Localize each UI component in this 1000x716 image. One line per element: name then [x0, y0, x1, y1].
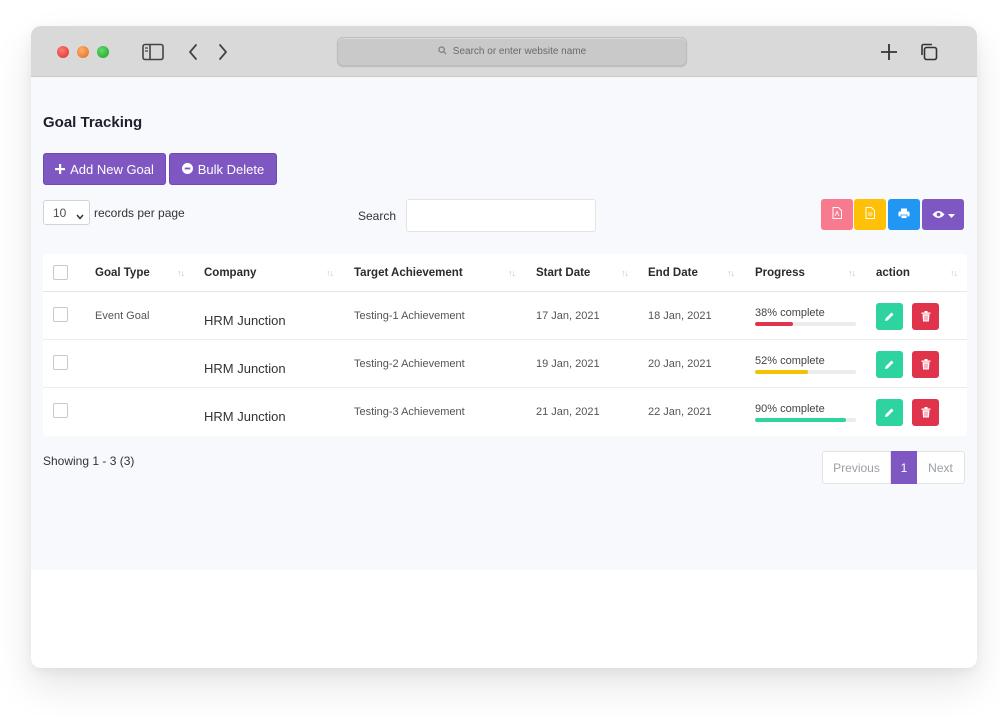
sort-icon[interactable]: ↑↓ [727, 268, 735, 278]
progress-label: 52% complete [755, 355, 825, 367]
progress-label: 38% complete [755, 307, 825, 319]
trash-icon [921, 311, 930, 322]
tabs-icon[interactable] [917, 40, 941, 64]
company-cell: HRM Junction [204, 313, 286, 328]
maximize-window-button[interactable] [97, 46, 109, 58]
caret-down-icon [947, 206, 955, 224]
pdf-icon [832, 206, 842, 224]
col-end-date[interactable]: End Date [648, 267, 698, 279]
sort-icon[interactable]: ↑↓ [848, 268, 856, 278]
row-checkbox[interactable] [53, 307, 68, 322]
col-goal-type[interactable]: Goal Type [95, 267, 150, 279]
sort-icon[interactable]: ↑↓ [326, 268, 334, 278]
start-date-cell: 19 Jan, 2021 [536, 358, 600, 370]
column-visibility-button[interactable] [922, 199, 964, 230]
target-cell: Testing-1 Achievement [354, 310, 465, 322]
target-cell: Testing-2 Achievement [354, 358, 465, 370]
table-header: Goal Type ↑↓ Company ↑↓ Target Achieveme… [43, 254, 967, 292]
sort-icon[interactable]: ↑↓ [177, 268, 185, 278]
minus-circle-icon [181, 162, 193, 177]
page-1-button[interactable]: 1 [891, 451, 917, 484]
table-row: Event Goal HRM Junction Testing-1 Achiev… [43, 292, 967, 340]
next-page-button[interactable]: Next [917, 451, 965, 484]
row-checkbox[interactable] [53, 355, 68, 370]
progress-fill [755, 370, 808, 374]
bulk-delete-button[interactable]: Bulk Delete [169, 153, 277, 185]
page-title: Goal Tracking [43, 114, 143, 131]
row-checkbox[interactable] [53, 403, 68, 418]
col-action[interactable]: action [876, 267, 910, 279]
goals-table: Goal Type ↑↓ Company ↑↓ Target Achieveme… [43, 254, 967, 436]
col-company[interactable]: Company [204, 267, 256, 279]
progress-label: 90% complete [755, 403, 825, 415]
csv-icon [865, 206, 875, 224]
sort-icon[interactable]: ↑↓ [621, 268, 629, 278]
per-page-value: 10 [53, 205, 67, 220]
new-tab-icon[interactable] [877, 40, 901, 64]
progress-fill [755, 322, 794, 326]
trash-icon [921, 359, 930, 370]
col-progress[interactable]: Progress [755, 267, 805, 279]
edit-button[interactable] [876, 399, 903, 426]
bulk-delete-label: Bulk Delete [197, 161, 265, 177]
print-button[interactable] [888, 199, 920, 230]
pencil-icon [885, 408, 894, 417]
delete-button[interactable] [912, 351, 939, 378]
forward-icon[interactable] [211, 40, 235, 64]
eye-icon [931, 206, 945, 224]
chevron-down-icon [76, 209, 84, 223]
progress-bar [755, 418, 856, 422]
pencil-icon [885, 360, 894, 369]
edit-button[interactable] [876, 303, 903, 330]
sort-icon[interactable]: ↑↓ [508, 268, 516, 278]
back-icon[interactable] [181, 40, 205, 64]
records-per-page-select[interactable]: 10 [43, 200, 90, 225]
delete-button[interactable] [912, 399, 939, 426]
export-pdf-button[interactable] [821, 199, 853, 230]
address-bar[interactable]: Search or enter website name [337, 37, 687, 66]
export-csv-button[interactable] [854, 199, 886, 230]
search-input[interactable] [406, 199, 596, 232]
showing-count: Showing 1 - 3 (3) [43, 454, 135, 468]
goal-type-cell: Event Goal [95, 310, 150, 322]
start-date-cell: 21 Jan, 2021 [536, 406, 600, 418]
sidebar-icon[interactable] [141, 40, 165, 64]
add-new-goal-button[interactable]: Add New Goal [43, 153, 166, 185]
add-new-goal-label: Add New Goal [70, 161, 154, 177]
col-start-date[interactable]: Start Date [536, 267, 590, 279]
target-cell: Testing-3 Achievement [354, 406, 465, 418]
end-date-cell: 18 Jan, 2021 [648, 310, 712, 322]
edit-button[interactable] [876, 351, 903, 378]
company-cell: HRM Junction [204, 361, 286, 376]
close-window-button[interactable] [57, 46, 69, 58]
address-placeholder: Search or enter website name [452, 46, 587, 57]
table-row: HRM Junction Testing-2 Achievement 19 Ja… [43, 340, 967, 388]
end-date-cell: 22 Jan, 2021 [648, 406, 712, 418]
browser-window: Search or enter website name Goal Tracki… [31, 26, 977, 668]
progress-bar [755, 370, 856, 374]
pencil-icon [885, 312, 894, 321]
print-icon [898, 206, 910, 224]
select-all-checkbox[interactable] [53, 265, 68, 280]
company-cell: HRM Junction [204, 409, 286, 424]
progress-bar [755, 322, 856, 326]
browser-titlebar: Search or enter website name [31, 26, 977, 77]
start-date-cell: 17 Jan, 2021 [536, 310, 600, 322]
col-target-achievement[interactable]: Target Achievement [354, 267, 463, 279]
trash-icon [921, 407, 930, 418]
sort-icon[interactable]: ↑↓ [950, 268, 958, 278]
search-label: Search [358, 209, 397, 223]
previous-page-button[interactable]: Previous [822, 451, 891, 484]
table-row: HRM Junction Testing-3 Achievement 21 Ja… [43, 388, 967, 436]
progress-fill [755, 418, 846, 422]
plus-icon [55, 162, 66, 177]
search-icon [438, 45, 447, 58]
page-content: Goal Tracking Add New Goal Bulk Delete 1… [31, 77, 977, 570]
minimize-window-button[interactable] [77, 46, 89, 58]
records-per-page-label: records per page [94, 206, 185, 220]
end-date-cell: 20 Jan, 2021 [648, 358, 712, 370]
delete-button[interactable] [912, 303, 939, 330]
